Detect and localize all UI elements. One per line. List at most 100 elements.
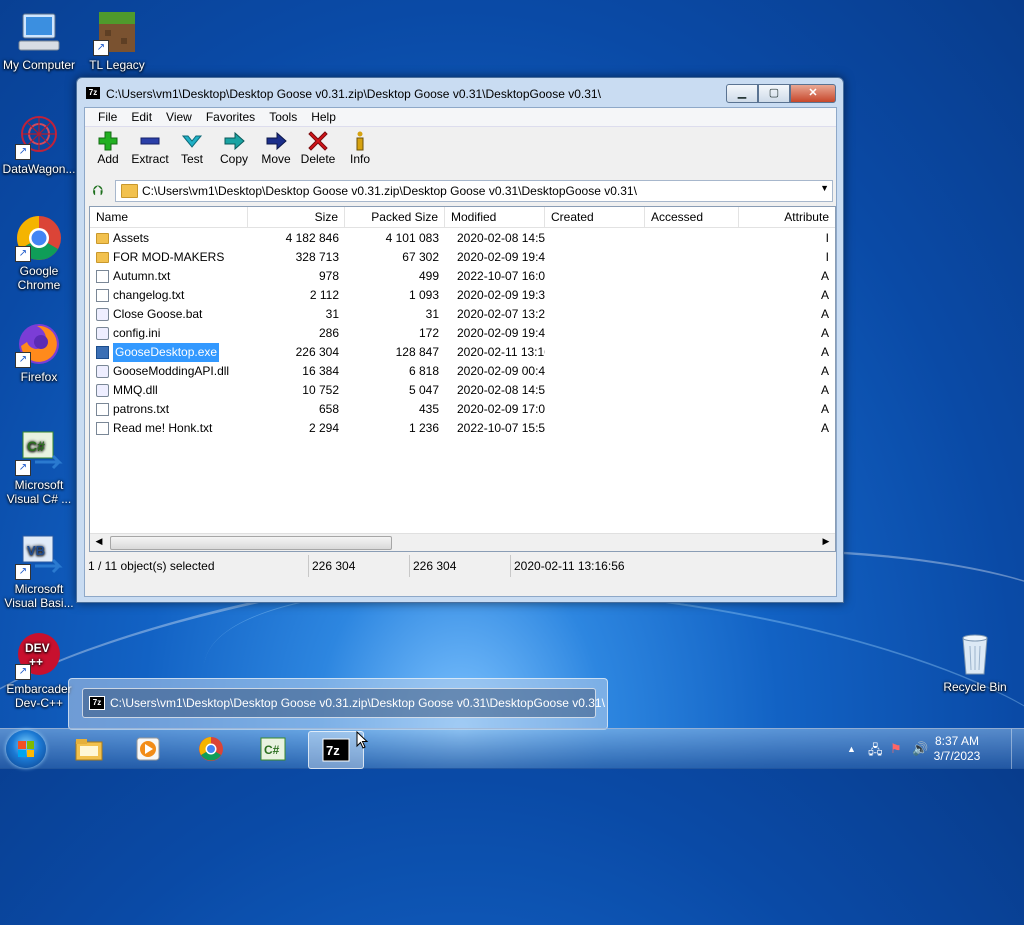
settings-file-icon [96,384,109,397]
menu-view[interactable]: View [159,108,199,126]
tooltip-window-title[interactable]: 7z C:\Users\vm1\Desktop\Desktop Goose v0… [82,688,605,718]
file-name-cell[interactable]: config.ini [90,324,248,343]
copy-button[interactable]: Copy [213,127,255,174]
taskbar-visual-csharp[interactable]: C# [246,731,300,767]
chevron-down-icon[interactable]: ▼ [820,183,829,193]
file-row[interactable]: MMQ.dll 10 752 5 047 2020-02-08 14:56 A [90,381,835,400]
desktop-icon-dev-cpp[interactable]: DEV ++ ↗ Embarcader Dev-C++ [0,632,78,710]
mouse-cursor-icon [356,731,369,749]
file-name-cell[interactable]: Read me! Honk.txt [90,419,248,438]
file-row[interactable]: Assets 4 182 846 4 101 083 2020-02-08 14:59… [90,229,835,248]
column-created[interactable]: Created [545,207,645,227]
file-name-cell[interactable]: patrons.txt [90,400,248,419]
extract-button[interactable]: Extract [129,127,171,174]
minimize-icon: ▁ [737,87,747,99]
column-accessed[interactable]: Accessed [645,207,739,227]
explorer-icon [75,736,103,762]
file-modified: 2022-10-07 16:06 [457,269,545,283]
file-manager-window[interactable]: 7z C:\Users\vm1\Desktop\Desktop Goose v0… [76,77,844,603]
address-combobox[interactable]: C:\Users\vm1\Desktop\Desktop Goose v0.31… [115,180,833,202]
scroll-left-icon[interactable]: ◀ [92,536,106,547]
add-button[interactable]: Add [87,127,129,174]
file-row[interactable]: patrons.txt 658 435 2020-02-09 17:00 A [90,400,835,419]
file-row[interactable]: config.ini 286 172 2020-02-09 19:48 A [90,324,835,343]
7zip-icon[interactable]: 7z [86,87,100,99]
desktop-icon-firefox[interactable]: ↗ Firefox [0,320,78,384]
menu-edit[interactable]: Edit [124,108,159,126]
scrollbar-thumb[interactable] [110,536,392,550]
text-file-icon [96,289,109,302]
file-name-cell[interactable]: Autumn.txt [90,267,248,286]
desktop-icon-tl-legacy[interactable]: ↗ TL Legacy [78,8,156,72]
maximize-button[interactable]: ▢ [758,84,790,103]
minimize-button[interactable]: ▁ [726,84,758,103]
7zip-icon: 7z [322,737,350,763]
taskbar-media-player[interactable] [121,731,175,767]
file-name: Close Goose.bat [113,307,203,321]
column-attributes[interactable]: Attribute [739,207,835,227]
taskbar-thumbnail-tooltip[interactable]: 7z C:\Users\vm1\Desktop\Desktop Goose v0… [68,678,608,730]
start-button[interactable] [6,730,46,768]
close-button[interactable]: ✕ [790,84,836,103]
clock[interactable]: 8:37 AM 3/7/2023 [926,734,988,764]
column-modified[interactable]: Modified [445,207,545,227]
file-attributes: A [820,307,829,321]
taskbar-explorer[interactable] [62,731,116,767]
file-attributes: I [825,250,829,264]
file-row[interactable]: Read me! Honk.txt 2 294 1 236 2022-10-07 15… [90,419,835,438]
desktop-icon-recycle-bin[interactable]: Recycle Bin [936,630,1014,694]
scroll-right-icon[interactable]: ▶ [819,536,833,547]
desktop-icon-my-computer[interactable]: My Computer [0,8,78,72]
info-button[interactable]: Info [339,127,381,174]
file-row[interactable]: Close Goose.bat 31 31 2020-02-07 13:22 A [90,305,835,324]
file-row[interactable]: Autumn.txt 978 499 2022-10-07 16:06 A [90,267,835,286]
taskbar-chrome[interactable] [184,731,238,767]
file-packed-size: 67 302 [402,250,439,264]
desktop-icon-google-chrome[interactable]: ↗ Google Chrome [0,214,78,292]
menu-file[interactable]: File [91,108,124,126]
column-name[interactable]: Name [90,207,248,227]
clock-time: 8:37 AM [934,734,980,748]
file-size: 2 112 [309,288,339,302]
file-name-cell[interactable]: GooseModdingAPI.dll [90,362,248,381]
horizontal-scrollbar[interactable]: ◀ ▶ [90,533,835,551]
show-hidden-icons-icon[interactable]: ▲ [847,744,856,754]
folder-up-button[interactable]: ⮉ [89,181,107,199]
file-name-cell[interactable]: changelog.txt [90,286,248,305]
menu-tools[interactable]: Tools [262,108,304,126]
delete-button[interactable]: Delete [297,127,339,174]
folder-icon [96,252,109,263]
action-center-flag-icon[interactable]: ⚑ [890,741,902,757]
file-created [545,305,645,324]
svg-text:DEV: DEV [25,641,50,655]
file-list[interactable]: Name Size Packed Size Modified Created A… [89,206,836,552]
file-name-cell[interactable]: MMQ.dll [90,381,248,400]
test-button[interactable]: Test [171,127,213,174]
menu-help[interactable]: Help [304,108,343,126]
desktop-icon-visual-basic[interactable]: VB ↗ Microsoft Visual Basi... [0,532,78,610]
file-name-cell[interactable]: Close Goose.bat [90,305,248,324]
file-name-cell[interactable]: FOR MOD-MAKERS [90,248,248,267]
network-icon[interactable]: 🖧 [868,741,883,763]
file-row[interactable]: FOR MOD-MAKERS 328 713 67 302 2020-02-09 19… [90,248,835,267]
file-modified: 2020-02-09 19:43 [457,250,545,264]
file-modified: 2020-02-08 14:56 [457,383,545,397]
file-name: GooseModdingAPI.dll [113,364,230,378]
window-titlebar[interactable]: 7z C:\Users\vm1\Desktop\Desktop Goose v0… [77,78,843,108]
column-packed-size[interactable]: Packed Size [345,207,445,227]
column-size[interactable]: Size [248,207,345,227]
move-button[interactable]: Move [255,127,297,174]
file-attributes: A [820,345,829,359]
file-accessed [645,229,781,248]
toolbar: Add Extract Test Copy Move Delete Info [85,126,836,174]
desktop-icon-datawagon[interactable]: ↗ DataWagon... [0,112,78,176]
file-row[interactable]: changelog.txt 2 112 1 093 2020-02-09 19:37 A [90,286,835,305]
file-name-cell[interactable]: GooseDesktop.exe [90,343,248,362]
show-desktop-button[interactable] [1011,729,1024,769]
desktop-icon-visual-csharp[interactable]: C# ↗ Microsoft Visual C# ... [0,428,78,506]
file-row[interactable]: GooseDesktop.exe 226 304 128 847 2020-02-11… [90,343,835,362]
desktop-icon-label: Microsoft Visual C# ... [6,478,72,506]
file-row[interactable]: GooseModdingAPI.dll 16 384 6 818 2020-02-09… [90,362,835,381]
file-name-cell[interactable]: Assets [90,229,248,248]
menu-favorites[interactable]: Favorites [199,108,262,126]
